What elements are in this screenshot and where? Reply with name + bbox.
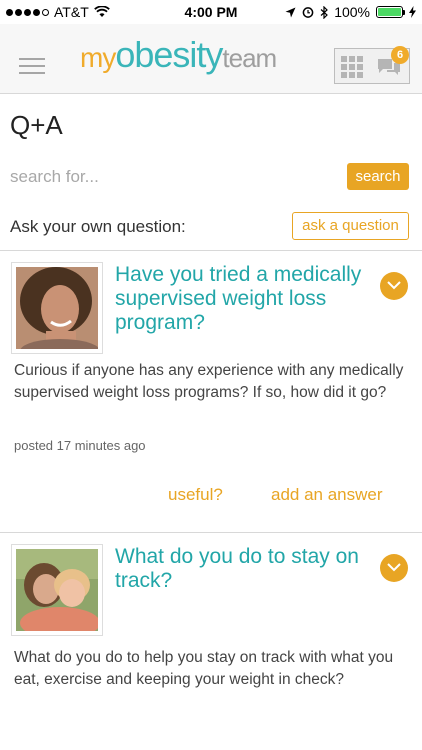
battery-percent: 100% <box>334 4 370 20</box>
bluetooth-icon <box>320 5 329 19</box>
ask-question-label: Ask your own question: <box>10 217 186 236</box>
ask-question-button[interactable]: ask a question <box>292 212 409 240</box>
page-title: Q+A <box>10 110 63 140</box>
add-answer-link[interactable]: add an answer <box>271 485 383 505</box>
search-input[interactable] <box>10 164 330 190</box>
posted-time: posted 17 minutes ago <box>14 438 146 453</box>
question-title[interactable]: What do you do to stay on track? <box>115 545 365 593</box>
charging-bolt-icon <box>409 6 416 18</box>
apps-grid-icon[interactable] <box>341 56 363 78</box>
divider <box>0 250 422 251</box>
app-header: myobesityteam 6 <box>0 24 422 94</box>
header-actions: 6 <box>334 46 410 84</box>
expand-chevron-icon[interactable] <box>380 272 408 300</box>
question-title[interactable]: Have you tried a medically supervised we… <box>115 263 365 335</box>
location-arrow-icon <box>285 7 296 17</box>
status-right: 100% <box>285 4 416 20</box>
app-logo[interactable]: myobesityteam <box>80 34 277 76</box>
notification-badge[interactable]: 6 <box>391 46 409 64</box>
question-body: What do you do to help you stay on track… <box>14 649 394 688</box>
divider <box>0 532 422 533</box>
hamburger-menu-icon[interactable] <box>19 58 45 78</box>
question-avatar[interactable] <box>11 262 103 363</box>
question-avatar[interactable] <box>11 544 103 639</box>
avatar-photo <box>16 549 100 639</box>
search-button[interactable]: search <box>347 163 409 190</box>
battery-icon <box>376 6 405 18</box>
useful-link[interactable]: useful? <box>168 485 223 505</box>
expand-chevron-icon[interactable] <box>380 554 408 582</box>
alarm-clock-icon <box>302 7 314 18</box>
avatar-photo <box>16 267 100 363</box>
status-bar: AT&T 4:00 PM 100% <box>0 0 422 24</box>
question-body: Curious if anyone has any experience wit… <box>14 362 404 401</box>
